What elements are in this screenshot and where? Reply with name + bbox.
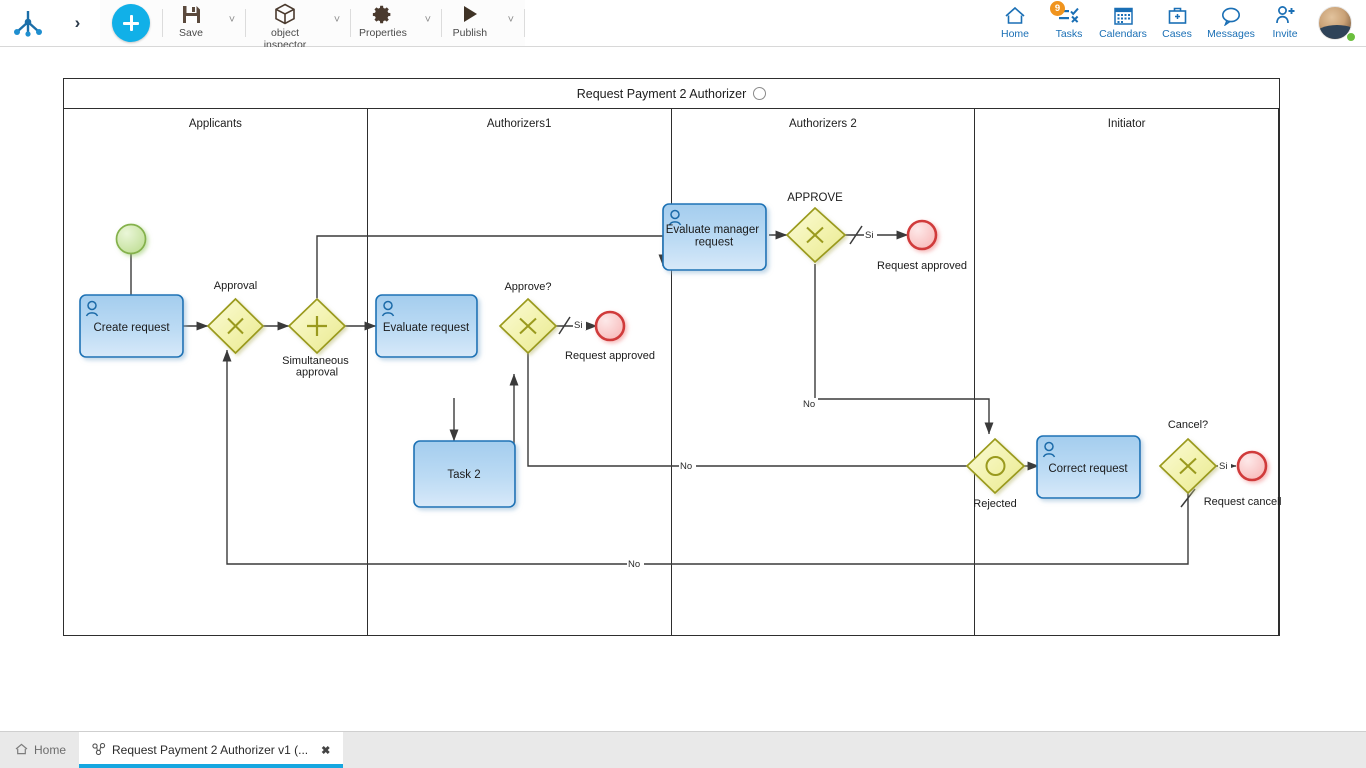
lane-authorizers1[interactable]: Authorizers1 [368, 109, 672, 636]
close-icon[interactable]: ✖ [321, 744, 330, 757]
person-add-icon [1274, 4, 1297, 27]
nav-home-button[interactable]: Home [988, 0, 1042, 46]
nav-calendars-label: Calendars [1099, 28, 1147, 40]
publish-label: Publish [453, 27, 487, 39]
lane-applicants[interactable]: Applicants [64, 109, 368, 636]
tasks-badge: 9 [1050, 1, 1065, 16]
lane-title: Initiator [975, 118, 1278, 130]
nav-home-label: Home [1001, 28, 1029, 40]
top-toolbar: › Save ˅ [0, 0, 1366, 47]
toolbar-command-group: Save ˅ object inspector ˅ [100, 0, 525, 46]
status-badge [1346, 32, 1356, 42]
bizagi-logo-icon[interactable] [0, 0, 55, 46]
object-inspector-dropdown-caret-icon[interactable]: ˅ [324, 0, 350, 46]
nav-invite-button[interactable]: Invite [1258, 0, 1312, 46]
chevron-right-icon[interactable]: › [55, 0, 100, 46]
nav-tasks-label: Tasks [1056, 28, 1083, 40]
avatar[interactable] [1312, 0, 1358, 46]
application-window: › Save ˅ [0, 0, 1366, 768]
taskbar-home-label: Home [34, 743, 66, 757]
bottom-taskbar: Home Request Payment 2 Authorizer v1 (..… [0, 731, 1366, 768]
home-icon [1004, 4, 1026, 27]
lane-container: Applicants Authorizers1 Authorizers 2 In… [64, 109, 1279, 636]
lane-initiator[interactable]: Initiator [975, 109, 1279, 636]
object-inspector-cube-icon [274, 3, 296, 25]
save-label: Save [179, 27, 203, 39]
briefcase-icon [1167, 4, 1188, 27]
calendar-icon [1113, 4, 1134, 27]
lane-title: Authorizers1 [368, 118, 671, 130]
toolbar-right-group: Home 9 Tasks [988, 0, 1366, 46]
taskbar-process-tab[interactable]: Request Payment 2 Authorizer v1 (... ✖ [79, 732, 343, 768]
nav-cases-button[interactable]: Cases [1150, 0, 1204, 46]
taskbar-tab-label: Request Payment 2 Authorizer v1 (... [112, 743, 308, 757]
toolbar-spacer [525, 0, 988, 46]
process-icon [92, 743, 106, 758]
speech-bubble-icon [1220, 4, 1242, 27]
plus-icon [112, 4, 150, 42]
play-icon [460, 3, 480, 25]
save-floppy-icon [181, 3, 202, 25]
home-outline-icon [15, 743, 28, 758]
lane-authorizers2[interactable]: Authorizers 2 [672, 109, 976, 636]
nav-tasks-button[interactable]: 9 Tasks [1042, 0, 1096, 46]
nav-messages-button[interactable]: Messages [1204, 0, 1258, 46]
nav-calendars-button[interactable]: Calendars [1096, 0, 1150, 46]
publish-button[interactable]: Publish [442, 0, 498, 46]
collapse-circle-icon[interactable] [753, 87, 766, 100]
gear-icon [372, 3, 393, 25]
save-button[interactable]: Save [163, 0, 219, 46]
add-button[interactable] [100, 0, 162, 46]
properties-button[interactable]: Properties [351, 0, 415, 46]
nav-messages-label: Messages [1207, 28, 1255, 40]
object-inspector-button[interactable]: object inspector [246, 0, 324, 46]
pool[interactable]: Request Payment 2 Authorizer Applicants … [63, 78, 1280, 636]
diagram-canvas[interactable]: Request Payment 2 Authorizer Applicants … [0, 47, 1366, 731]
nav-cases-label: Cases [1162, 28, 1192, 40]
lane-title: Authorizers 2 [672, 118, 975, 130]
nav-invite-label: Invite [1272, 28, 1297, 40]
pool-title: Request Payment 2 Authorizer [577, 87, 747, 101]
save-dropdown-caret-icon[interactable]: ˅ [219, 0, 245, 46]
taskbar-home-tab[interactable]: Home [2, 732, 79, 768]
properties-label: Properties [359, 27, 407, 39]
properties-dropdown-caret-icon[interactable]: ˅ [415, 0, 441, 46]
publish-dropdown-caret-icon[interactable]: ˅ [498, 0, 524, 46]
pool-header[interactable]: Request Payment 2 Authorizer [64, 79, 1279, 109]
lane-title: Applicants [64, 118, 367, 130]
